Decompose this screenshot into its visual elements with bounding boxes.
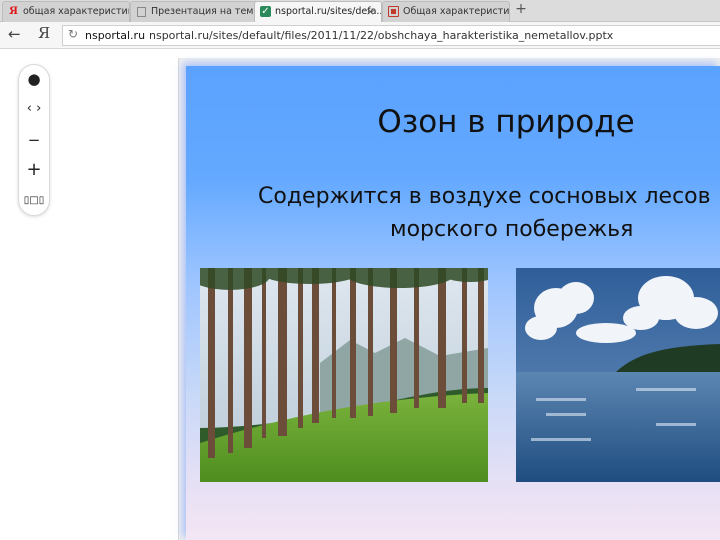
yandex-icon: Я	[9, 6, 18, 17]
slide-title: Озон в природе	[377, 104, 635, 140]
new-tab-button[interactable]: +	[512, 1, 530, 19]
tab-4[interactable]: Общая характеристика	[382, 1, 510, 22]
url-domain: nsportal.ru	[85, 29, 146, 42]
slide: Озон в природе Содержится в воздухе сосн…	[186, 66, 720, 540]
close-icon[interactable]: ×	[366, 2, 375, 21]
slide-body: Содержится в воздухе сосновых лесов морс…	[258, 180, 720, 246]
address-toolbar: ← Я ↻ nsportal.ru nsportal.ru/sites/defa…	[0, 22, 720, 49]
back-button[interactable]: ←	[8, 25, 21, 43]
slide-line-2: морского побережья	[390, 217, 634, 242]
tab-label: Презентация на тему	[151, 6, 258, 17]
tab-2[interactable]: Презентация на тему	[130, 1, 258, 22]
address-bar[interactable]: ↻ nsportal.ru nsportal.ru/sites/default/…	[62, 25, 720, 46]
page-icon	[137, 7, 146, 17]
viewer-controls: ● ‹ › − + ▯□▯	[18, 64, 50, 216]
pine-forest-photo	[200, 268, 488, 482]
slide-line-1: Содержится в воздухе сосновых лесов	[258, 184, 711, 209]
nsportal-check-icon: ✓	[260, 6, 271, 17]
tab-strip: Я общая характеристика Презентация на те…	[0, 0, 720, 22]
sea-coast-photo	[516, 268, 720, 482]
tab-3[interactable]: ✓ nsportal.ru/sites/defa... ×	[254, 1, 382, 22]
zoom-out-button[interactable]: −	[19, 128, 49, 152]
tab-label: Общая характеристика	[403, 6, 510, 17]
tab-label: общая характеристика	[23, 6, 130, 17]
zoom-in-button[interactable]: +	[19, 158, 49, 182]
tab-1[interactable]: Я общая характеристика	[2, 1, 130, 22]
url-text[interactable]: nsportal.ru/sites/default/files/2011/11/…	[149, 29, 613, 42]
dot-button[interactable]: ●	[19, 67, 49, 91]
yandex-button[interactable]: Я	[38, 24, 50, 42]
fit-page-button[interactable]: ▯□▯	[19, 189, 49, 213]
page-nav-button[interactable]: ‹ ›	[19, 97, 49, 121]
reload-icon[interactable]: ↻	[68, 27, 78, 41]
presentation-icon	[388, 6, 399, 17]
